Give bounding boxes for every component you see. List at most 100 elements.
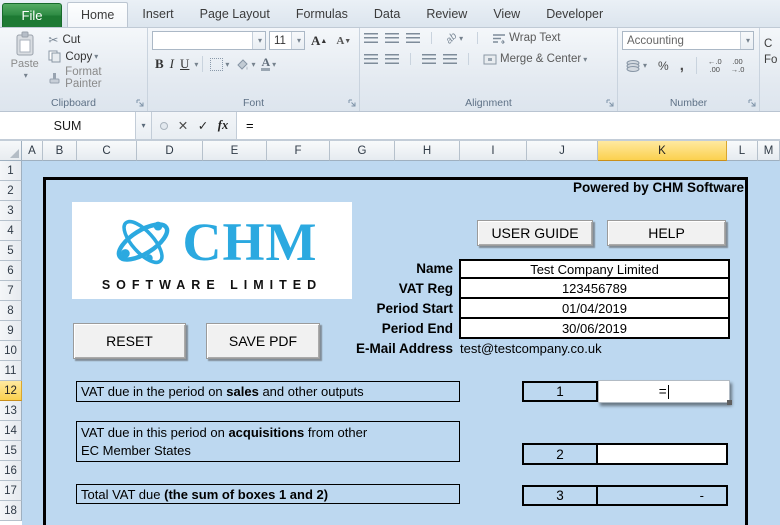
name-box-dropdown-icon[interactable]: ▾ (136, 112, 152, 139)
vat-box-3-value-cell[interactable]: - (598, 487, 726, 504)
column-header-d[interactable]: D (137, 141, 203, 161)
tab-developer[interactable]: Developer (533, 2, 616, 27)
email-value[interactable]: test@testcompany.co.uk (460, 339, 602, 359)
row-header[interactable]: 18 (0, 501, 22, 521)
borders-button[interactable]: ▾ (207, 57, 232, 72)
column-header-i[interactable]: I (460, 141, 527, 161)
field-values: Test Company Limited 123456789 01/04/201… (459, 259, 730, 339)
format-painter-button[interactable]: Format Painter (45, 65, 143, 91)
bold-button[interactable]: B (152, 55, 167, 73)
vat-box-2-value-cell[interactable] (598, 445, 726, 463)
row-header[interactable]: 2 (0, 181, 22, 201)
select-all-corner[interactable] (0, 141, 22, 161)
orientation-button[interactable]: ab ▾ (443, 32, 466, 45)
tab-data[interactable]: Data (361, 2, 413, 27)
number-format-combo[interactable]: Accounting ▾ (622, 31, 754, 50)
row-header[interactable]: 7 (0, 281, 22, 301)
row-header[interactable]: 3 (0, 201, 22, 221)
column-header-f[interactable]: F (267, 141, 330, 161)
clipboard-dialog-launcher-icon[interactable] (136, 99, 145, 108)
row-header[interactable]: 9 (0, 321, 22, 341)
formula-bar-handle[interactable] (160, 122, 168, 130)
column-header-b[interactable]: B (43, 141, 77, 161)
font-color-button[interactable]: A ▾ (258, 56, 279, 72)
dropdown-icon: ▾ (291, 32, 304, 49)
shrink-font-button[interactable]: A▼ (333, 34, 354, 48)
fill-color-button[interactable]: ▾ (232, 56, 258, 72)
column-header-h[interactable]: H (395, 141, 460, 161)
column-header-m[interactable]: M (758, 141, 780, 161)
insert-function-button[interactable]: fx (213, 115, 233, 136)
help-button[interactable]: HELP (607, 220, 726, 246)
decrease-decimal-button[interactable]: .00 →.0 (729, 58, 747, 74)
underline-button[interactable]: U (177, 55, 192, 73)
column-header-e[interactable]: E (203, 141, 267, 161)
align-top-icon[interactable] (364, 33, 378, 43)
paste-button[interactable]: Paste ▾ (4, 31, 45, 95)
enter-button[interactable]: ✓ (193, 115, 213, 136)
active-edit-cell-k12[interactable]: = (598, 380, 730, 403)
comma-style-button[interactable]: , (677, 56, 687, 75)
align-center-icon[interactable] (385, 54, 399, 64)
cancel-button[interactable]: ✕ (173, 115, 193, 136)
number-dialog-launcher-icon[interactable] (748, 99, 757, 108)
column-header-c[interactable]: C (77, 141, 137, 161)
row-header[interactable]: 13 (0, 401, 22, 421)
percent-style-button[interactable]: % (655, 58, 672, 74)
user-guide-button[interactable]: USER GUIDE (477, 220, 593, 246)
save-pdf-button[interactable]: SAVE PDF (206, 323, 320, 359)
borders-icon (210, 58, 223, 71)
vat-reg-field[interactable]: 123456789 (459, 279, 730, 299)
column-header-l[interactable]: L (727, 141, 758, 161)
column-header-j[interactable]: J (527, 141, 598, 161)
grow-font-button[interactable]: A▲ (308, 32, 330, 50)
name-field[interactable]: Test Company Limited (459, 259, 730, 279)
row-header[interactable]: 17 (0, 481, 22, 501)
font-name-combo[interactable]: ▾ (152, 31, 266, 50)
tab-view[interactable]: View (480, 2, 533, 27)
decrease-indent-icon[interactable] (422, 54, 436, 64)
row-header[interactable]: 8 (0, 301, 22, 321)
merge-center-label: Merge & Center (500, 53, 581, 65)
period-start-field[interactable]: 01/04/2019 (459, 299, 730, 319)
row-header[interactable]: 6 (0, 261, 22, 281)
alignment-dialog-launcher-icon[interactable] (606, 99, 615, 108)
row-header[interactable]: 4 (0, 221, 22, 241)
column-header-a[interactable]: A (22, 141, 43, 161)
row-header[interactable]: 1 (0, 161, 22, 181)
tab-page-layout[interactable]: Page Layout (187, 2, 283, 27)
column-header-k-selected[interactable]: K (598, 141, 727, 161)
tab-file[interactable]: File (2, 3, 62, 27)
row-header[interactable]: 16 (0, 461, 22, 481)
reset-button[interactable]: RESET (73, 323, 186, 359)
align-bottom-icon[interactable] (406, 33, 420, 43)
font-dialog-launcher-icon[interactable] (348, 99, 357, 108)
tab-formulas[interactable]: Formulas (283, 2, 361, 27)
row-header[interactable]: 15 (0, 441, 22, 461)
name-box[interactable]: SUM (0, 112, 136, 139)
tab-review[interactable]: Review (413, 2, 480, 27)
increase-indent-icon[interactable] (443, 54, 457, 64)
sheet-canvas[interactable]: Powered by CHM Software CHM SOFTWARE LIM… (22, 161, 780, 525)
tab-home[interactable]: Home (67, 2, 128, 27)
row-header[interactable]: 14 (0, 421, 22, 441)
font-size-combo[interactable]: 11 ▾ (269, 31, 305, 50)
tab-insert[interactable]: Insert (129, 2, 186, 27)
row-header[interactable]: 11 (0, 361, 22, 381)
italic-button[interactable]: I (167, 55, 177, 73)
increase-decimal-button[interactable]: ←.0 .00 (706, 58, 724, 74)
cut-button[interactable]: ✂ Cut (45, 32, 143, 48)
wrap-text-button[interactable]: Wrap Text (489, 31, 563, 45)
column-header-g[interactable]: G (330, 141, 395, 161)
period-end-field[interactable]: 30/06/2019 (459, 319, 730, 339)
accounting-format-button[interactable]: ▾ (622, 58, 650, 73)
row-header[interactable]: 5 (0, 241, 22, 261)
vat-box-3-number: 3 (524, 487, 598, 504)
copy-button[interactable]: Copy ▾ (45, 49, 143, 64)
row-header-12-selected[interactable]: 12 (0, 381, 22, 401)
align-middle-icon[interactable] (385, 33, 399, 43)
row-header[interactable]: 10 (0, 341, 22, 361)
align-left-icon[interactable] (364, 54, 378, 64)
merge-center-button[interactable]: Merge & Center ▾ (480, 52, 590, 66)
formula-input[interactable]: = (236, 112, 780, 139)
